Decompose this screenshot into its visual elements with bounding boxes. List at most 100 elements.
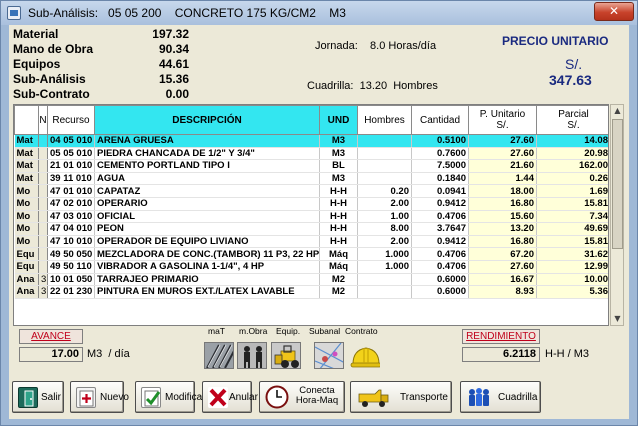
row-type-cell[interactable]: Mo <box>14 235 39 249</box>
und-cell[interactable]: M2 <box>319 273 358 287</box>
rendimiento-label[interactable]: RENDIMIENTO <box>462 329 540 344</box>
parcial-header[interactable]: Parcial S/. <box>536 105 608 135</box>
cantidad-cell[interactable]: 3.7647 <box>411 222 469 236</box>
parcial-cell[interactable]: 10.00 <box>536 273 608 287</box>
punitario-cell[interactable]: 27.60 <box>468 147 537 161</box>
avance-value[interactable]: 17.00 <box>19 347 83 362</box>
descripcion-cell[interactable]: OPERARIO <box>94 197 320 211</box>
nuevo-button[interactable]: Nuevo <box>70 381 129 413</box>
descripcion-cell[interactable]: PINTURA EN MUROS EXT./LATEX LAVABLE <box>94 285 320 299</box>
cuadrilla-button[interactable]: Cuadrilla <box>460 381 541 413</box>
transporte-button[interactable]: Transporte <box>350 381 452 413</box>
row-type-cell[interactable]: Mat <box>14 134 39 148</box>
subanalysis-icon[interactable] <box>314 342 344 369</box>
punitario-header[interactable]: P. Unitario S/. <box>468 105 537 135</box>
hombres-cell[interactable]: 1.00 <box>357 210 412 224</box>
punitario-cell[interactable]: 16.80 <box>468 235 537 249</box>
descripcion-cell[interactable]: MEZCLADORA DE CONC.(TAMBOR) 11 P3, 22 HP <box>94 247 320 261</box>
row-type-cell[interactable]: Equ <box>14 247 39 261</box>
resources-table[interactable]: N Recurso DESCRIPCIÓN UND Hombres Cantid… <box>13 104 609 326</box>
row-type-cell[interactable]: Mo <box>14 210 39 224</box>
cantidad-cell[interactable]: 0.9412 <box>411 235 469 249</box>
anular-button[interactable]: Anular <box>202 381 258 413</box>
hombres-cell[interactable] <box>357 172 412 186</box>
und-cell[interactable]: H-H <box>319 197 358 211</box>
und-cell[interactable]: H-H <box>319 235 358 249</box>
steel-bars-icon[interactable] <box>204 342 234 369</box>
row-n-cell[interactable] <box>38 159 48 173</box>
hombres-cell[interactable]: 0.20 <box>357 184 412 198</box>
table-row[interactable]: Mat 04 05 010 ARENA GRUESA M3 0.5100 27.60 14.… <box>14 134 608 148</box>
und-cell[interactable]: M2 <box>319 285 358 299</box>
cantidad-cell[interactable]: 0.7600 <box>411 147 469 161</box>
table-row[interactable]: Ana 3 10 01 050 TARRAJEO PRIMARIO M2 0.6000 16… <box>14 273 608 287</box>
descripcion-cell[interactable]: VIBRADOR A GASOLINA 1-1/4", 4 HP <box>94 260 320 274</box>
title-bar[interactable]: Sub-Análisis: 05 05 200 CONCRETO 175 KG/… <box>1 1 637 25</box>
descripcion-cell[interactable]: CAPATAZ <box>94 184 320 198</box>
cantidad-cell[interactable]: 0.4706 <box>411 247 469 261</box>
und-cell[interactable]: Máq <box>319 247 358 261</box>
rendimiento-value[interactable]: 6.2118 <box>462 347 540 362</box>
recurso-cell[interactable]: 04 05 010 <box>47 134 95 148</box>
cantidad-cell[interactable]: 0.6000 <box>411 273 469 287</box>
descripcion-header[interactable]: DESCRIPCIÓN <box>94 105 320 135</box>
und-header[interactable]: UND <box>319 105 358 135</box>
row-n-cell[interactable] <box>38 222 48 236</box>
row-n-cell[interactable]: 3 <box>38 273 48 287</box>
parcial-cell[interactable]: 49.69 <box>536 222 608 236</box>
row-type-cell[interactable]: Ana <box>14 285 39 299</box>
cantidad-header[interactable]: Cantidad <box>411 105 469 135</box>
parcial-cell[interactable]: 0.26 <box>536 172 608 186</box>
cantidad-cell[interactable]: 0.5100 <box>411 134 469 148</box>
row-type-cell[interactable]: Mo <box>14 197 39 211</box>
parcial-cell[interactable]: 15.81 <box>536 197 608 211</box>
equipment-icon[interactable] <box>271 342 301 369</box>
hombres-cell[interactable]: 1.000 <box>357 260 412 274</box>
row-type-cell[interactable]: Mat <box>14 172 39 186</box>
recurso-cell[interactable]: 47 01 010 <box>47 184 95 198</box>
recurso-cell[interactable]: 22 01 230 <box>47 285 95 299</box>
recurso-cell[interactable]: 10 01 050 <box>47 273 95 287</box>
table-scrollbar[interactable]: ▲ ▼ <box>610 104 624 326</box>
punitario-cell[interactable]: 1.44 <box>468 172 537 186</box>
parcial-cell[interactable]: 14.08 <box>536 134 608 148</box>
row-type-cell[interactable]: Equ <box>14 260 39 274</box>
salir-button[interactable]: Salir <box>12 381 64 413</box>
punitario-cell[interactable]: 18.00 <box>468 184 537 198</box>
row-type-cell[interactable]: Ana <box>14 273 39 287</box>
hombres-cell[interactable] <box>357 147 412 161</box>
row-type-cell[interactable]: Mo <box>14 184 39 198</box>
und-cell[interactable]: Máq <box>319 260 358 274</box>
modifica-button[interactable]: Modifica <box>135 381 202 413</box>
row-type-cell[interactable]: Mo <box>14 222 39 236</box>
row-n-cell[interactable] <box>38 260 48 274</box>
row-type-cell[interactable]: Mat <box>14 159 39 173</box>
recurso-cell[interactable]: 47 02 010 <box>47 197 95 211</box>
hombres-cell[interactable] <box>357 134 412 148</box>
row-type-cell[interactable]: Mat <box>14 147 39 161</box>
descripcion-cell[interactable]: CEMENTO PORTLAND TIPO I <box>94 159 320 173</box>
row-n-cell[interactable] <box>38 235 48 249</box>
cantidad-cell[interactable]: 0.9412 <box>411 197 469 211</box>
table-row[interactable]: Ana 3 22 01 230 PINTURA EN MUROS EXT./LATEX… <box>14 285 608 299</box>
punitario-cell[interactable]: 27.60 <box>468 134 537 148</box>
hombres-cell[interactable] <box>357 273 412 287</box>
parcial-cell[interactable]: 162.00 <box>536 159 608 173</box>
punitario-cell[interactable]: 27.60 <box>468 260 537 274</box>
scroll-down-icon[interactable]: ▼ <box>612 313 623 325</box>
avance-label[interactable]: AVANCE <box>19 329 83 344</box>
parcial-cell[interactable]: 15.81 <box>536 235 608 249</box>
hombres-header[interactable]: Hombres <box>357 105 412 135</box>
punitario-cell[interactable]: 8.93 <box>468 285 537 299</box>
row-n-cell[interactable] <box>38 184 48 198</box>
parcial-cell[interactable]: 5.36 <box>536 285 608 299</box>
recurso-cell[interactable]: 21 01 010 <box>47 159 95 173</box>
row-n-cell[interactable] <box>38 172 48 186</box>
descripcion-cell[interactable]: PIEDRA CHANCADA DE 1/2" Y 3/4" <box>94 147 320 161</box>
table-row[interactable]: Equ 49 50 050 MEZCLADORA DE CONC.(TAMBOR) … <box>14 247 608 261</box>
und-cell[interactable]: BL <box>319 159 358 173</box>
table-row[interactable]: Mat 05 05 010 PIEDRA CHANCADA DE 1/2" Y 3/… <box>14 147 608 161</box>
und-cell[interactable]: H-H <box>319 222 358 236</box>
punitario-cell[interactable]: 67.20 <box>468 247 537 261</box>
parcial-cell[interactable]: 31.62 <box>536 247 608 261</box>
